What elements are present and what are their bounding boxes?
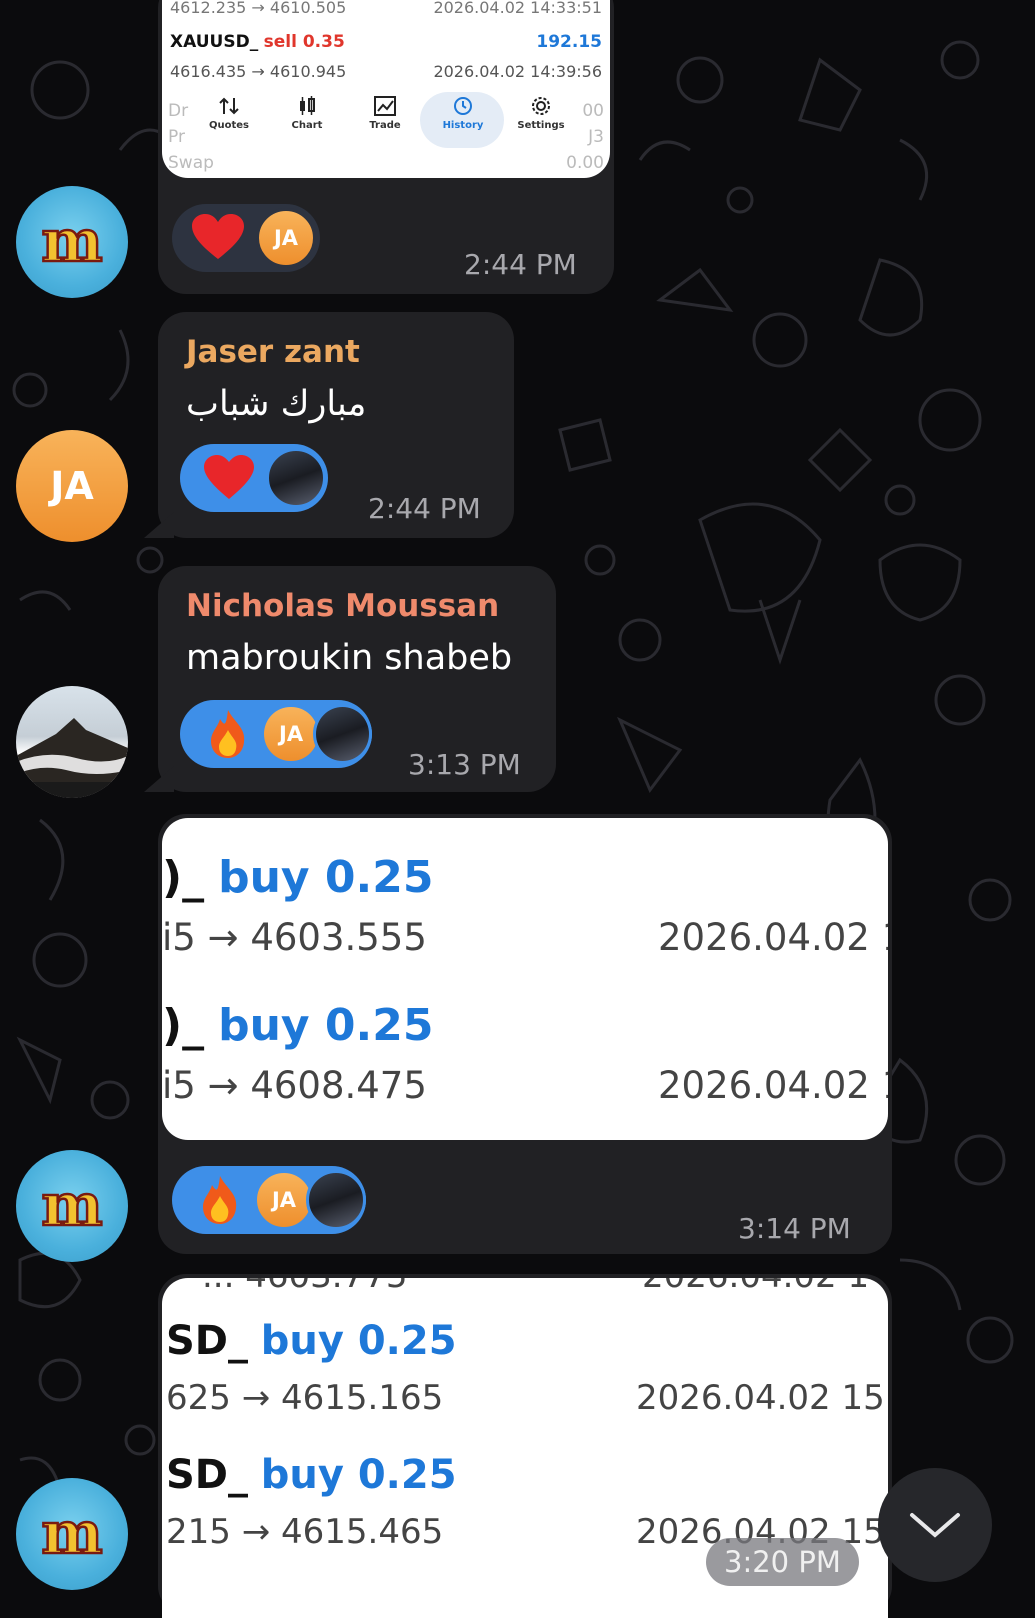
screenshot-image[interactable]: )_ buy 0.25 i5 → 4603.555 2026.04.02 1 )… (162, 818, 888, 1140)
message-time: 2:44 PM (464, 248, 577, 281)
tab-history[interactable]: History (428, 96, 498, 131)
reaction-user-photo (306, 1170, 366, 1230)
tab-trade[interactable]: Trade (350, 96, 420, 131)
message-text: مبارك شباب (186, 384, 367, 424)
row-side: sell 0.35 (263, 32, 345, 52)
scroll-to-bottom-button[interactable] (878, 1468, 992, 1582)
history-row-detail: i5 → 4608.475 2026.04.02 1 (162, 1064, 888, 1107)
row-range: 215 → 4615.465 (166, 1512, 444, 1552)
row-symbol: XAUUSD_ (170, 32, 259, 52)
row-side: buy 0.25 (260, 1318, 457, 1364)
message-time: 3:13 PM (408, 748, 521, 781)
chevron-down-icon (910, 1513, 960, 1538)
sender-name[interactable]: Jaser zant (186, 334, 360, 370)
history-row-detail: 625 → 4615.165 2026.04.02 15: (166, 1378, 888, 1418)
message-bubble-jaser[interactable]: Jaser zant مبارك شباب 2:44 PM (144, 312, 514, 538)
row-date: 2026.04.02 14:33:51 (433, 0, 602, 17)
tab-label: Trade (369, 120, 401, 131)
history-row-1: XAUUSD_ sell 0.35 192.15 (170, 32, 602, 52)
history-row-1-detail: 4616.435 → 4610.945 2026.04.02 14:39:56 (170, 62, 602, 81)
sender-avatar-ja[interactable]: JA (16, 430, 128, 542)
row-symbol: SD_ (166, 1452, 249, 1498)
cut-text: ... 4603.775 (202, 1278, 407, 1296)
svg-text:m: m (41, 207, 102, 275)
row-range: i5 → 4608.475 (162, 1064, 427, 1107)
history-row: SD_ buy 0.25 (166, 1452, 888, 1498)
gothic-m-logo-icon: m (40, 1499, 104, 1568)
reaction-user-avatar: JA (256, 208, 316, 268)
sender-avatar-m[interactable]: m (16, 1150, 128, 1262)
message-time-overlay: 3:20 PM (706, 1538, 859, 1586)
row-symbol: )_ (162, 1000, 205, 1051)
row-symbol: SD_ (166, 1318, 249, 1364)
row-range: i5 → 4603.555 (162, 916, 427, 959)
cut-text: 2026.04.02 1 (642, 1278, 869, 1296)
tab-label: Settings (517, 120, 565, 131)
reaction-user-avatar: JA (261, 704, 321, 764)
message-bubble-nicholas[interactable]: Nicholas Moussan mabroukin shabeb JA 3:1… (144, 566, 556, 792)
row-date: 2026.04.02 1 (658, 916, 888, 959)
message-time: 2:44 PM (368, 492, 481, 525)
history-row-detail: i5 → 4603.555 2026.04.02 1 (162, 916, 888, 959)
row-side: buy 0.25 (218, 852, 434, 903)
tab-chart[interactable]: Chart (272, 96, 342, 131)
tab-settings[interactable]: Settings (506, 96, 576, 131)
cut-row: ... 4603.775 2026.04.02 1 (202, 1278, 888, 1296)
candlestick-icon (300, 96, 315, 115)
gothic-m-logo-icon: m (40, 1171, 104, 1240)
svg-text:m: m (41, 1171, 102, 1239)
sender-avatar-m[interactable]: m (16, 186, 128, 298)
reaction-pill[interactable]: JA (180, 700, 373, 768)
row-side: buy 0.25 (260, 1452, 457, 1498)
history-row: )_ buy 0.25 (162, 852, 888, 903)
quotes-arrows-icon (219, 97, 239, 115)
tab-label: History (442, 120, 484, 131)
history-clock-icon (454, 97, 472, 115)
row-range: 625 → 4615.165 (166, 1378, 444, 1418)
fire-reaction-icon (203, 1176, 237, 1224)
screenshot-image[interactable]: 4612.235 → 4610.505 2026.04.02 14:33:51 … (162, 0, 610, 178)
tab-label: Chart (291, 120, 323, 131)
heart-reaction-icon (204, 455, 254, 499)
reaction-pill[interactable]: JA (172, 204, 320, 272)
row-profit: 192.15 (536, 32, 602, 52)
message-time: 3:14 PM (738, 1212, 851, 1245)
history-row: )_ buy 0.25 (162, 1000, 888, 1051)
reaction-pill[interactable] (180, 444, 328, 512)
row-range: 4612.235 → 4610.505 (170, 0, 347, 17)
message-bubble-screenshot-1[interactable]: 4612.235 → 4610.505 2026.04.02 14:33:51 … (158, 0, 614, 294)
tab-quotes[interactable]: Quotes (194, 96, 264, 131)
sender-avatar-m[interactable]: m (16, 1478, 128, 1590)
row-date: 2026.04.02 15: (636, 1378, 888, 1418)
row-range: 4616.435 → 4610.945 (170, 62, 347, 81)
mountain-photo (16, 718, 128, 798)
sender-name[interactable]: Nicholas Moussan (186, 588, 499, 624)
app-tab-bar: Quotes Chart Trade History Settings (162, 92, 610, 162)
message-text: mabroukin shabeb (186, 638, 513, 678)
tab-label: Quotes (208, 120, 249, 131)
row-date: 2026.04.02 1 (658, 1064, 888, 1107)
settings-gear-icon (532, 97, 550, 115)
svg-text:m: m (41, 1499, 102, 1567)
history-row: SD_ buy 0.25 (166, 1318, 888, 1364)
gothic-m-logo-icon: m (40, 207, 104, 276)
fire-reaction-icon (211, 710, 245, 758)
trade-chart-icon (374, 96, 396, 116)
reaction-pill[interactable]: JA (172, 1166, 366, 1234)
row-symbol: )_ (162, 852, 205, 903)
heart-reaction-icon (192, 214, 244, 259)
reaction-user-photo (312, 704, 373, 764)
row-date: 2026.04.02 14:39:56 (433, 62, 602, 81)
reaction-user-avatar: JA (254, 1170, 314, 1230)
reaction-user-photo (266, 448, 326, 508)
sender-avatar-nicholas[interactable] (16, 686, 128, 798)
message-bubble-screenshot-2[interactable]: )_ buy 0.25 i5 → 4603.555 2026.04.02 1 )… (158, 814, 892, 1254)
row-side: buy 0.25 (218, 1000, 434, 1051)
